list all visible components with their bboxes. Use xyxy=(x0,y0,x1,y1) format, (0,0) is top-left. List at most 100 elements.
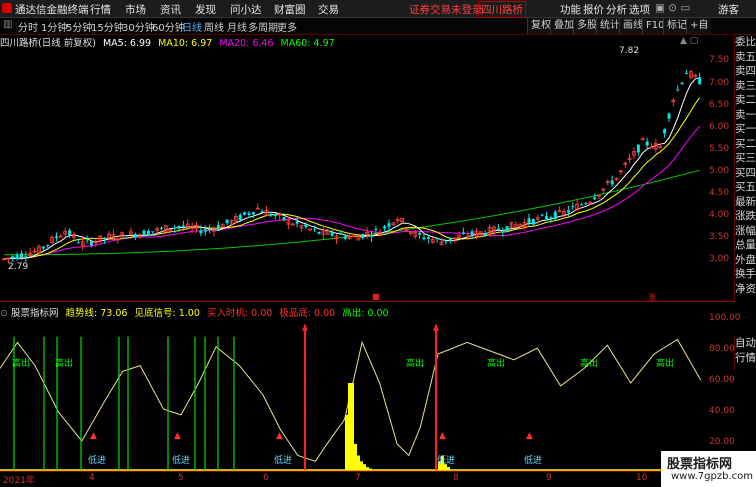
price-tick: 3.00 xyxy=(709,254,730,264)
bottom-histogram-bar xyxy=(345,414,348,470)
price-tick: 4.50 xyxy=(709,188,730,198)
side-label[interactable]: 买二 xyxy=(735,137,756,152)
side-label[interactable]: 买四 xyxy=(735,166,756,181)
side-label[interactable]: 总量 xyxy=(735,238,756,253)
menu-item-analysis[interactable]: 分析 xyxy=(606,2,627,17)
period-multi[interactable]: 多周期 xyxy=(248,19,278,34)
candle-body xyxy=(374,228,378,230)
side-label[interactable]: 外盘 xyxy=(735,253,756,268)
candle-body xyxy=(151,231,155,233)
candle-body xyxy=(247,213,251,215)
side-label[interactable]: 卖四 xyxy=(735,64,756,79)
date-tick: 8 xyxy=(453,473,459,483)
menu-item-discover[interactable]: 发现 xyxy=(195,2,216,17)
candle-body xyxy=(177,225,181,227)
bottom-histogram-bar xyxy=(369,468,372,470)
side-label[interactable]: 最新 xyxy=(735,195,756,210)
stock-tab[interactable]: 四川路桥 xyxy=(478,1,526,18)
buy-marker: ▲ xyxy=(90,431,97,441)
period-monthly[interactable]: 月线 xyxy=(227,19,247,34)
indicator-chart[interactable] xyxy=(0,317,703,472)
login-status[interactable]: 证券交易未登录 xyxy=(409,2,483,17)
window-controls[interactable]: ▣ ⊙ ▭ xyxy=(655,2,690,14)
side-label[interactable]: 委比 xyxy=(735,35,756,50)
candle-body xyxy=(685,73,688,75)
buy-label: 低进 xyxy=(524,456,543,466)
user-label[interactable]: 游客 xyxy=(718,2,739,17)
bottom-histogram-bar xyxy=(366,467,369,470)
menu-item-market[interactable]: 市场 xyxy=(125,2,146,17)
period-daily[interactable]: 日线 xyxy=(182,19,202,34)
side-label[interactable]: 卖一 xyxy=(735,108,756,123)
watermark: 股票指标网 www.7gpzb.com xyxy=(661,451,756,487)
btn-custom[interactable]: +自 xyxy=(686,18,712,34)
menu-bar: 通达信金融终端 行情 市场 资讯 发现 问小达 财富圈 交易 证券交易未登录 四… xyxy=(0,0,756,18)
menu-item-options[interactable]: 选项 xyxy=(629,2,650,17)
indicator-tick: 100.00 xyxy=(709,313,741,323)
menu-item-wealth-circle[interactable]: 财富圈 xyxy=(274,2,306,17)
price-tick: 5.50 xyxy=(709,144,730,154)
side-label[interactable]: 涨跌 xyxy=(735,209,756,224)
price-tick: 4.00 xyxy=(709,210,730,220)
side-label[interactable]: 卖三 xyxy=(735,79,756,94)
side-label[interactable]: 涨幅 xyxy=(735,224,756,239)
toolbar-grid-icon[interactable]: ▥ xyxy=(3,19,12,30)
date-tick: 4 xyxy=(89,473,95,483)
buy-label: 低进 xyxy=(172,456,191,466)
buy-label: 低进 xyxy=(437,456,456,466)
side-quote[interactable]: 行情 xyxy=(735,351,756,366)
menu-item-function[interactable]: 功能 xyxy=(560,2,581,17)
bottom-histogram-bar xyxy=(447,467,450,470)
sell-label: 高出 xyxy=(580,359,599,369)
date-tick: 10 xyxy=(636,473,648,483)
candle-body xyxy=(645,141,649,146)
candle-body xyxy=(571,205,575,207)
side-label[interactable]: 净资 xyxy=(735,282,756,297)
candle-body xyxy=(422,237,426,240)
candle-body xyxy=(531,219,535,225)
candle-body xyxy=(330,231,334,236)
collapse-buttons[interactable]: ▲ ▢ xyxy=(680,36,698,46)
candle-body xyxy=(483,233,487,236)
period-15min[interactable]: 15分钟 xyxy=(91,19,124,34)
menu-item-quotes[interactable]: 报价 xyxy=(583,2,604,17)
bottom-histogram-bar xyxy=(354,443,357,470)
candle-body xyxy=(680,82,684,84)
period-1min[interactable]: 1分钟 xyxy=(41,19,67,34)
candle-body xyxy=(269,213,273,216)
side-label[interactable]: 换手 xyxy=(735,267,756,282)
candle-body xyxy=(282,217,286,221)
side-auto[interactable]: 自动 xyxy=(735,336,756,351)
period-60min[interactable]: 60分钟 xyxy=(152,19,185,34)
period-5min[interactable]: 5分钟 xyxy=(66,19,92,34)
menu-item-trade[interactable]: 交易 xyxy=(318,2,339,17)
period-30min[interactable]: 30分钟 xyxy=(122,19,155,34)
date-tick: 5 xyxy=(178,473,184,483)
candle-body xyxy=(698,77,702,85)
side-label[interactable]: 卖二 xyxy=(735,93,756,108)
candle-body xyxy=(85,239,89,241)
candle-body xyxy=(566,210,570,213)
side-label[interactable]: 卖五 xyxy=(735,50,756,65)
period-more[interactable]: 更多 xyxy=(277,19,297,34)
candle-body xyxy=(580,204,583,206)
menu-item-quote[interactable]: 行情 xyxy=(90,2,111,17)
period-weekly[interactable]: 周线 xyxy=(204,19,224,34)
side-label[interactable]: 买三 xyxy=(735,151,756,166)
period-intraday[interactable]: 分时 xyxy=(18,19,38,34)
side-label[interactable]: 买五 xyxy=(735,180,756,195)
auto-quote-panel: 自动 行情 xyxy=(734,336,756,370)
candle-body xyxy=(610,180,614,185)
bottom-histogram-bar xyxy=(351,383,354,470)
menu-item-news[interactable]: 资讯 xyxy=(160,2,181,17)
candle-body xyxy=(667,113,671,119)
side-label[interactable]: 买一 xyxy=(735,122,756,137)
buy-arrow xyxy=(302,323,308,331)
candlestick-chart[interactable] xyxy=(0,47,703,299)
candle-body xyxy=(24,256,28,258)
menu-item-wenxiaoda[interactable]: 问小达 xyxy=(230,2,262,17)
buy-marker: ▲ xyxy=(526,431,533,441)
buy-arrow xyxy=(433,323,439,331)
pane-divider[interactable] xyxy=(0,301,735,302)
sell-label: 高出 xyxy=(406,359,425,369)
